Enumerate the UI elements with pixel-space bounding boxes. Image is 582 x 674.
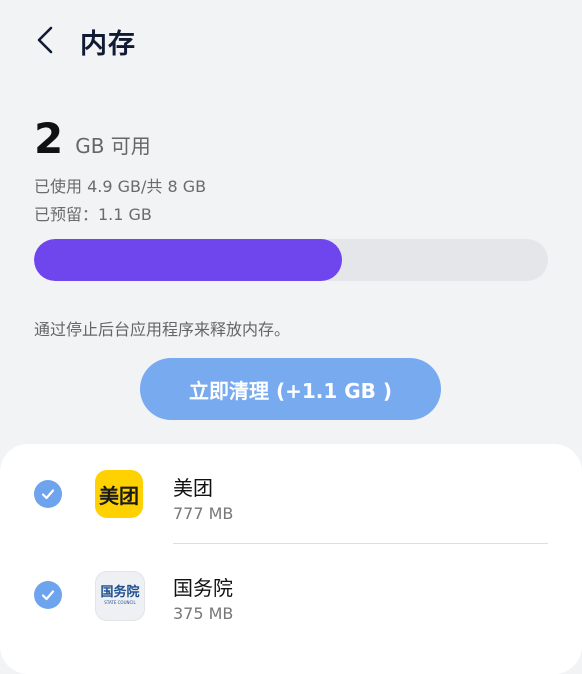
memory-usage-fill	[34, 239, 343, 281]
state-council-app-icon: 国务院 STATE COUNCIL	[95, 571, 145, 621]
icon-text: 国务院	[100, 585, 140, 600]
app-size: 777 MB	[173, 504, 234, 523]
list-item[interactable]: 国务院 STATE COUNCIL 国务院 375 MB	[0, 544, 582, 644]
checkmark-icon	[41, 590, 55, 601]
hint-text: 通过停止后台应用程序来释放内存。	[34, 320, 291, 339]
checkbox-checked[interactable]	[34, 581, 62, 609]
list-item[interactable]: 美团 美团 777 MB	[0, 444, 582, 544]
app-size: 375 MB	[173, 604, 234, 623]
chevron-left-icon	[37, 26, 53, 54]
header: 内存	[0, 0, 582, 82]
reserved-memory-text: 已预留：1.1 GB	[34, 205, 152, 224]
available-memory: 2 GB 可用	[34, 114, 151, 163]
checkmark-icon	[41, 489, 55, 500]
back-button[interactable]	[28, 22, 62, 58]
available-value: 2	[34, 114, 64, 163]
meituan-app-icon: 美团	[95, 470, 143, 518]
app-name: 国务院	[173, 576, 233, 600]
available-unit: GB 可用	[75, 134, 151, 158]
app-name: 美团	[173, 476, 213, 500]
app-list: 美团 美团 777 MB 国务院 STATE COUNCIL 国务院 375 M…	[0, 444, 582, 674]
page-title: 内存	[80, 29, 136, 60]
used-memory-text: 已使用 4.9 GB/共 8 GB	[34, 177, 207, 196]
memory-usage-bar	[34, 239, 548, 281]
clean-now-button[interactable]: 立即清理 (+1.1 GB )	[140, 358, 441, 420]
checkbox-checked[interactable]	[34, 480, 62, 508]
icon-subtext: STATE COUNCIL	[104, 600, 136, 605]
